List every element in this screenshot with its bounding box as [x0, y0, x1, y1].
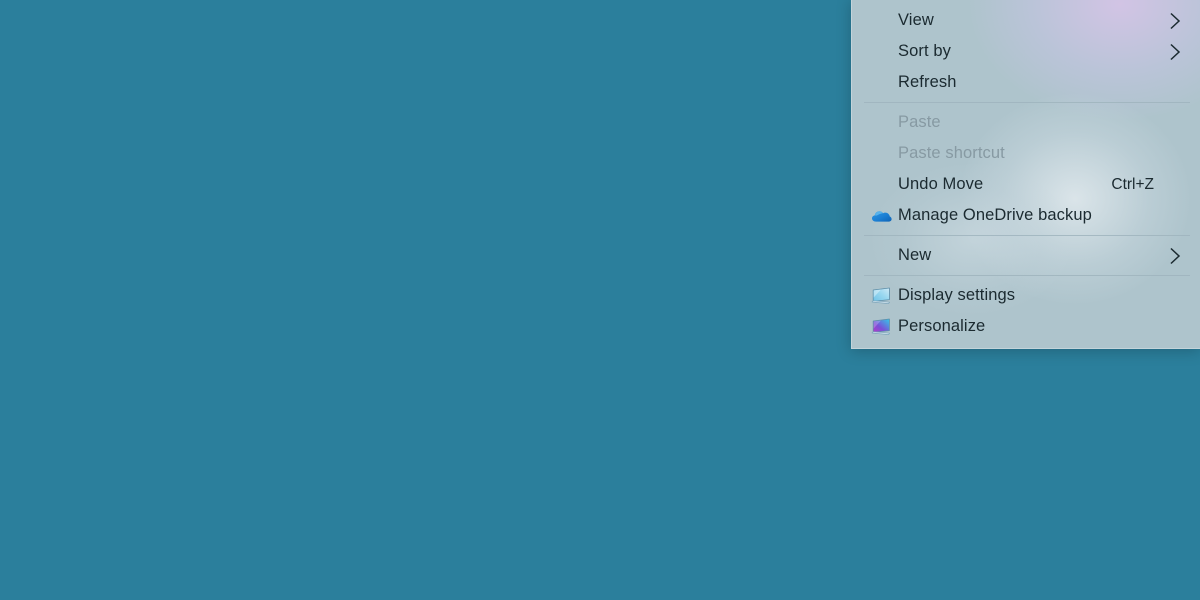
onedrive-cloud-icon: [864, 205, 898, 227]
context-menu-items: View Sort by Refresh Paste Paste shortcut Und…: [852, 0, 1200, 348]
menu-item-label: View: [898, 11, 934, 30]
menu-item-manage-onedrive-backup[interactable]: Manage OneDrive backup: [852, 200, 1200, 231]
menu-item-undo-move[interactable]: Undo Move Ctrl+Z: [852, 169, 1200, 200]
menu-item-label: Paste shortcut: [898, 144, 1005, 163]
personalize-icon: [864, 316, 898, 338]
menu-item-label: Paste: [898, 113, 941, 132]
menu-separator: [864, 102, 1190, 103]
menu-bottom-padding: [852, 342, 1200, 348]
menu-item-sort-by[interactable]: Sort by: [852, 36, 1200, 67]
icon-placeholder: [864, 245, 898, 267]
menu-item-paste-shortcut: Paste shortcut: [852, 138, 1200, 169]
desktop-context-menu[interactable]: View Sort by Refresh Paste Paste shortcut Und…: [851, 0, 1200, 349]
menu-item-label: New: [898, 246, 932, 265]
icon-placeholder: [864, 174, 898, 196]
menu-item-label: Undo Move: [898, 175, 984, 194]
menu-item-view[interactable]: View: [852, 5, 1200, 36]
menu-item-label: Personalize: [898, 317, 986, 336]
menu-separator: [864, 235, 1190, 236]
menu-item-label: Display settings: [898, 286, 1016, 305]
menu-item-shortcut: Ctrl+Z: [1111, 175, 1154, 193]
menu-separator: [864, 275, 1190, 276]
menu-item-label: Refresh: [898, 73, 957, 92]
menu-item-new[interactable]: New: [852, 240, 1200, 271]
menu-item-paste: Paste: [852, 107, 1200, 138]
menu-item-display-settings[interactable]: Display settings: [852, 280, 1200, 311]
chevron-right-icon: [1164, 43, 1186, 61]
icon-placeholder: [864, 72, 898, 94]
icon-placeholder: [864, 112, 898, 134]
chevron-right-icon: [1164, 12, 1186, 30]
menu-item-label: Manage OneDrive backup: [898, 206, 1092, 225]
icon-placeholder: [864, 41, 898, 63]
chevron-right-icon: [1164, 247, 1186, 265]
monitor-icon: [864, 285, 898, 307]
menu-item-personalize[interactable]: Personalize: [852, 311, 1200, 342]
icon-placeholder: [864, 143, 898, 165]
menu-item-label: Sort by: [898, 42, 951, 61]
menu-item-refresh[interactable]: Refresh: [852, 67, 1200, 98]
icon-placeholder: [864, 10, 898, 32]
